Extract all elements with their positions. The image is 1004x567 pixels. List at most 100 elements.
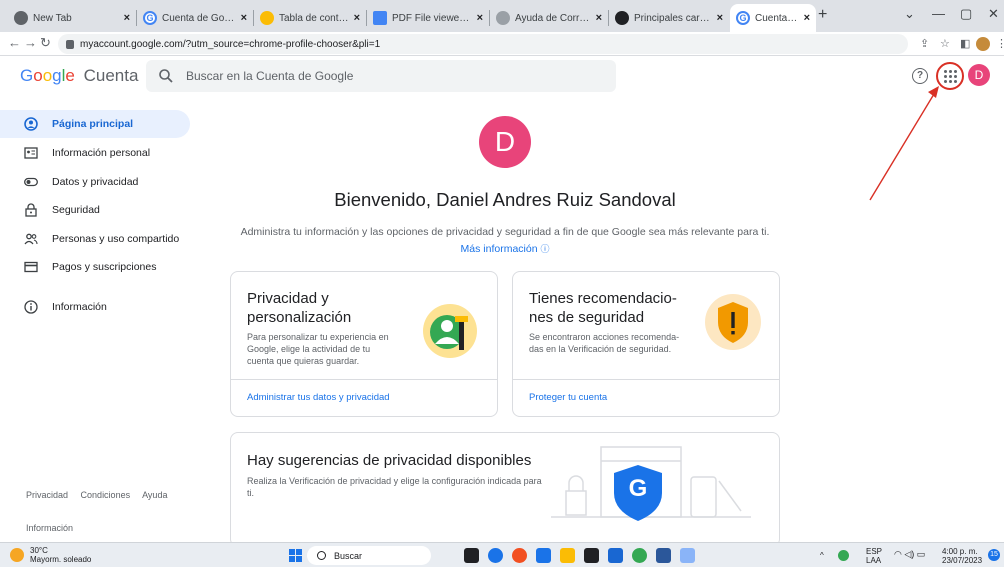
sidebar-item-payments[interactable]: Pagos y suscripciones	[0, 253, 190, 281]
loading-icon	[496, 11, 510, 25]
tab-label: Principales caracterís	[634, 12, 713, 24]
sidebar-item-personal-info[interactable]: Información personal	[0, 139, 190, 167]
tray-app-icon[interactable]	[838, 550, 849, 561]
search-input[interactable]: Buscar en la Cuenta de Google	[146, 60, 616, 92]
tab-label: PDF File viewer | Micr	[392, 12, 473, 24]
browser-tabstrip: New Tab × G Cuenta de Google × Tabla de …	[0, 0, 1004, 32]
browser-tab-newtab[interactable]: New Tab ×	[8, 4, 136, 32]
card-body: Para personalizar tu experiencia en Goog…	[247, 332, 389, 366]
id-card-icon	[24, 147, 38, 159]
close-icon[interactable]: ×	[717, 12, 723, 24]
sidebar-item-label: Datos y privacidad	[52, 176, 139, 188]
sidebar-item-home[interactable]: Página principal	[0, 110, 190, 138]
weather-widget[interactable]: 30°C Mayorm. soleado	[10, 546, 91, 564]
account-avatar[interactable]: D	[968, 64, 990, 86]
sidebar-item-people-sharing[interactable]: Personas y uso compartido	[0, 225, 190, 253]
store-icon[interactable]	[536, 548, 551, 563]
profile-avatar[interactable]: D	[479, 116, 531, 168]
forward-button[interactable]: →	[24, 35, 37, 50]
minimize-button[interactable]: —	[932, 6, 945, 21]
help-icon[interactable]: ?	[912, 68, 928, 84]
browser-tab-cuenta-active[interactable]: G Cuenta de Google ×	[730, 4, 816, 32]
tab-label: Cuenta de Google	[162, 12, 237, 24]
back-button[interactable]: ←	[8, 35, 21, 50]
welcome-heading: Bienvenido, Daniel Andres Ruiz Sandoval	[334, 189, 676, 210]
meet-icon[interactable]	[488, 548, 503, 563]
profile-icon[interactable]	[976, 37, 990, 51]
windows-start-icon[interactable]	[289, 549, 302, 562]
new-tab-button[interactable]: +	[818, 6, 827, 24]
maximize-button[interactable]: ▢	[960, 6, 972, 22]
file-explorer-icon[interactable]	[560, 548, 575, 563]
browser-tab-cuenta[interactable]: G Cuenta de Google ×	[137, 4, 253, 32]
close-icon[interactable]: ×	[241, 12, 247, 24]
google-apps-icon[interactable]	[936, 62, 964, 90]
reload-button[interactable]: ↻	[40, 35, 51, 51]
close-window-button[interactable]: ✕	[988, 6, 999, 22]
info-icon	[24, 300, 38, 314]
sidebar: Página principal Información personal Da…	[0, 96, 200, 542]
google-cuenta-logo[interactable]: Google Cuenta	[20, 66, 138, 86]
menu-icon[interactable]: ⋮	[996, 37, 1004, 50]
close-icon[interactable]: ×	[804, 12, 810, 24]
card-body: Realiza la Verificación de privacidad y …	[247, 476, 542, 498]
browser-tab-pdf[interactable]: PDF File viewer | Micr ×	[367, 4, 489, 32]
more-info-link[interactable]: Más información ⓘ	[230, 242, 780, 255]
help-link[interactable]: Ayuda	[142, 490, 167, 500]
address-bar[interactable]: myaccount.google.com/?utm_source=chrome-…	[58, 34, 908, 54]
taskbar-search[interactable]: Buscar	[307, 546, 431, 565]
help-circle-icon: ⓘ	[540, 244, 550, 254]
home-icon	[24, 117, 38, 131]
language-indicator[interactable]: ESP LAA	[866, 547, 882, 565]
card-title: Hay sugerencias de privacidad disponible…	[247, 452, 532, 469]
privacy-card[interactable]: Privacidad y personalización Para person…	[230, 271, 498, 417]
close-icon[interactable]: ×	[124, 12, 130, 24]
notification-badge[interactable]: 15	[988, 549, 1000, 561]
protect-account-link[interactable]: Proteger tu cuenta	[529, 392, 607, 403]
tab-label: Ayuda de Corrección.	[515, 12, 592, 24]
clock[interactable]: 4:00 p. m. 23/07/2023	[942, 547, 982, 565]
sidebar-item-label: Pagos y suscripciones	[52, 261, 157, 273]
task-view-icon[interactable]	[464, 548, 479, 563]
chrome-icon	[14, 11, 28, 25]
browser-tab-ayuda[interactable]: Ayuda de Corrección. ×	[490, 4, 608, 32]
welcome-subtitle: Administra tu información y las opciones…	[240, 226, 770, 238]
network-app-icon[interactable]	[680, 548, 695, 563]
lock-icon	[25, 203, 37, 217]
close-icon[interactable]: ×	[596, 12, 602, 24]
pdf-viewer-icon	[373, 11, 387, 25]
sidebar-item-about[interactable]: Información	[0, 293, 190, 321]
word-icon[interactable]	[656, 548, 671, 563]
tab-search-icon[interactable]: ⌄	[904, 6, 915, 22]
security-card[interactable]: Tienes recomendacio-nes de seguridad Se …	[512, 271, 780, 417]
privacy-suggestions-card[interactable]: Hay sugerencias de privacidad disponible…	[230, 432, 780, 547]
wifi-sound-battery-icons[interactable]: ◠ ◁) ▭	[894, 550, 925, 559]
search-icon	[159, 69, 173, 83]
tab-label: Tabla de contenido -	[279, 12, 350, 24]
sidebar-icon[interactable]: ◧	[960, 37, 970, 50]
privacy-illustration-icon	[423, 304, 477, 358]
manage-data-privacy-link[interactable]: Administrar tus datos y privacidad	[247, 392, 390, 403]
card-title: Tienes recomendacio-nes de seguridad	[529, 290, 677, 326]
terms-link[interactable]: Condiciones	[81, 490, 131, 500]
browser-tab-caracteristicas[interactable]: Principales caracterís ×	[609, 4, 729, 32]
chrome-icon[interactable]	[632, 548, 647, 563]
card-body: Se encontraron acciones recomenda-das en…	[529, 332, 680, 354]
close-icon[interactable]: ×	[477, 12, 483, 24]
info-link[interactable]: Información	[26, 523, 73, 533]
share-icon[interactable]: ⇪	[920, 37, 929, 50]
document-icon	[260, 11, 274, 25]
sidebar-item-security[interactable]: Seguridad	[0, 196, 190, 224]
chevron-up-icon[interactable]: ^	[820, 551, 824, 560]
toggle-icon	[24, 177, 38, 187]
windows-taskbar: 30°C Mayorm. soleado Buscar ^ ESP LAA ◠ ◁…	[0, 542, 1004, 567]
browser-tab-tabla[interactable]: Tabla de contenido - ×	[254, 4, 366, 32]
sidebar-item-label: Información personal	[52, 147, 151, 159]
amazon-icon[interactable]	[584, 548, 599, 563]
privacy-link[interactable]: Privacidad	[26, 490, 68, 500]
bookmark-star-icon[interactable]: ☆	[940, 37, 950, 50]
dropbox-icon[interactable]	[608, 548, 623, 563]
browser-icon[interactable]	[512, 548, 527, 563]
close-icon[interactable]: ×	[354, 12, 360, 24]
sidebar-item-data-privacy[interactable]: Datos y privacidad	[0, 168, 190, 196]
